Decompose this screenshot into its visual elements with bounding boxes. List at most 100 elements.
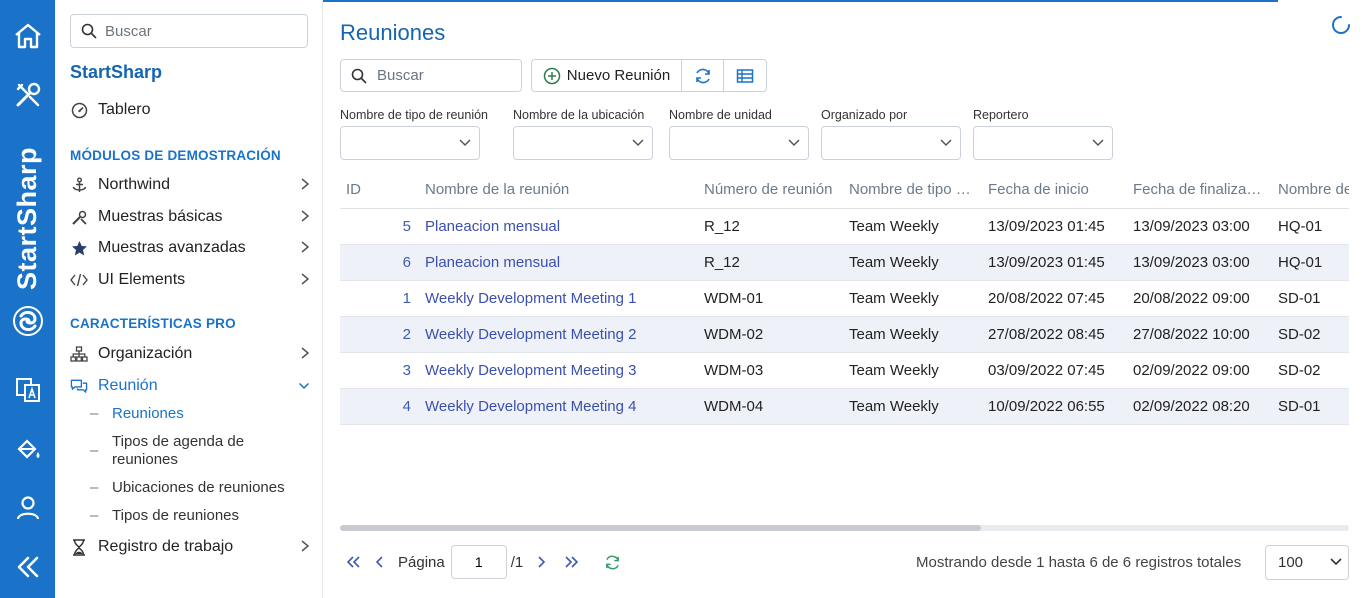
chevron-right-icon: [538, 556, 546, 568]
cell-name-link[interactable]: Weekly Development Meeting 4: [419, 388, 698, 425]
sidebar-item-basic-samples[interactable]: Muestras básicas: [70, 203, 310, 231]
section-pro-title: CARACTERÍSTICAS PRO: [70, 316, 236, 331]
table-row[interactable]: 2 Weekly Development Meeting 2 WDM-02 Te…: [340, 316, 1349, 353]
table-row[interactable]: 1 Weekly Development Meeting 1 WDM-01 Te…: [340, 280, 1349, 317]
sidebar-subitem-label: Reuniones: [112, 405, 184, 422]
new-meeting-button[interactable]: Nuevo Reunión: [532, 60, 682, 91]
column-header-location[interactable]: Nombre de la ubicación: [1272, 172, 1349, 209]
sidebar-subitem-agenda-types[interactable]: – Tipos de agenda de reuniones: [90, 433, 305, 469]
cell-number: WDM-01: [698, 280, 843, 317]
last-page-button[interactable]: [559, 549, 585, 575]
sidebar-item-worklog[interactable]: Registro de trabajo: [70, 533, 310, 561]
total-pages: /1: [510, 553, 524, 571]
table-row[interactable]: 5 Planeacion mensual R_12 Team Weekly 13…: [340, 208, 1349, 245]
sidebar-subitem-label: Tipos de agenda de reuniones: [112, 433, 245, 468]
translate-icon[interactable]: [0, 370, 55, 410]
filter-reporter: Reportero: [973, 108, 1113, 160]
chevron-right-icon: [301, 347, 310, 359]
cell-number: WDM-02: [698, 316, 843, 353]
column-header-number[interactable]: Número de reunión: [698, 172, 843, 209]
collapse-sidebar-icon[interactable]: [0, 547, 55, 587]
filter-unit-select[interactable]: [669, 126, 809, 160]
filter-label: Nombre de la ubicación: [513, 108, 645, 122]
sidebar-search-input[interactable]: [105, 22, 295, 40]
home-icon[interactable]: [0, 16, 55, 56]
cell-type: Team Weekly: [843, 244, 982, 281]
filter-meeting-type-select[interactable]: [340, 126, 480, 160]
user-icon[interactable]: [0, 488, 55, 528]
tools-icon: [70, 208, 88, 226]
scrollbar-thumb[interactable]: [340, 525, 981, 531]
prev-page-button[interactable]: [366, 549, 392, 575]
column-header-name[interactable]: Nombre de la reunión: [419, 172, 698, 209]
column-header-type[interactable]: Nombre de tipo de reunión: [843, 172, 982, 209]
sidebar-subitem-meetings[interactable]: – Reuniones: [90, 405, 305, 423]
cell-name-link[interactable]: Weekly Development Meeting 1: [419, 280, 698, 317]
cell-id: 2: [340, 316, 419, 353]
sidebar-item-northwind[interactable]: Northwind: [70, 171, 310, 199]
sidebar-subitem-meeting-types[interactable]: – Tipos de reuniones: [90, 507, 305, 525]
cell-start: 03/09/2022 07:45: [982, 352, 1127, 389]
bullet-dash: –: [90, 507, 99, 524]
table-row[interactable]: 6 Planeacion mensual R_12 Team Weekly 13…: [340, 244, 1349, 281]
cell-type: Team Weekly: [843, 208, 982, 245]
sitemap-icon: [70, 345, 88, 363]
column-header-end[interactable]: Fecha de finalización: [1127, 172, 1272, 209]
pager-refresh-button[interactable]: [599, 549, 625, 575]
filter-organizer-select[interactable]: [821, 126, 961, 160]
sidebar-item-meeting[interactable]: Reunión: [70, 372, 310, 400]
cell-end: 27/08/2022 10:00: [1127, 316, 1272, 353]
search-icon: [351, 68, 367, 84]
sidebar-item-label: Organización: [98, 345, 193, 362]
cell-start: 27/08/2022 08:45: [982, 316, 1127, 353]
filter-location: Nombre de la ubicación: [513, 108, 653, 160]
paint-bucket-icon[interactable]: [0, 429, 55, 469]
sidebar-item-advanced-samples[interactable]: Muestras avanzadas: [70, 234, 310, 262]
horizontal-scrollbar[interactable]: [340, 525, 1349, 531]
cell-location: SD-01: [1272, 388, 1349, 425]
sidebar-subitem-label: Ubicaciones de reuniones: [112, 479, 285, 496]
cell-name-link[interactable]: Planeacion mensual: [419, 244, 698, 281]
sidebar-item-dashboard[interactable]: Tablero: [70, 96, 310, 124]
filter-reporter-select[interactable]: [973, 126, 1113, 160]
cell-name-link[interactable]: Weekly Development Meeting 2: [419, 316, 698, 353]
sidebar-item-ui-elements[interactable]: UI Elements: [70, 266, 310, 294]
refresh-button[interactable]: [682, 60, 724, 91]
chevron-down-icon: [1330, 558, 1342, 566]
page-number-input[interactable]: [450, 545, 507, 579]
filter-location-select[interactable]: [513, 126, 653, 160]
app-title[interactable]: StartSharp: [70, 62, 162, 83]
tools-icon[interactable]: [0, 75, 55, 115]
toolbar: Nuevo Reunión: [531, 59, 767, 92]
next-page-button[interactable]: [529, 549, 555, 575]
table-row[interactable]: 3 Weekly Development Meeting 3 WDM-03 Te…: [340, 352, 1349, 389]
sidebar-item-label: Muestras básicas: [98, 208, 223, 225]
filter-label: Nombre de unidad: [669, 108, 772, 122]
cell-start: 13/09/2023 01:45: [982, 244, 1127, 281]
anchor-icon: [70, 176, 88, 194]
double-chevron-left-icon: [346, 556, 360, 568]
chevron-down-icon: [1092, 139, 1104, 147]
filter-label: Organizado por: [821, 108, 908, 122]
cell-end: 13/09/2023 03:00: [1127, 208, 1272, 245]
cell-location: SD-02: [1272, 316, 1349, 353]
sidebar-subitem-locations[interactable]: – Ubicaciones de reuniones: [90, 479, 305, 497]
page-size-select[interactable]: 100: [1265, 545, 1349, 580]
cell-number: R_12: [698, 208, 843, 245]
grid-search[interactable]: [340, 59, 522, 92]
column-picker-button[interactable]: [724, 60, 766, 91]
column-header-id[interactable]: ID: [340, 172, 419, 209]
cell-name-link[interactable]: Planeacion mensual: [419, 208, 698, 245]
cell-id: 6: [340, 244, 419, 281]
sidebar-item-organization[interactable]: Organización: [70, 340, 310, 368]
pager: Página /1: [340, 545, 625, 579]
cell-end: 20/08/2022 09:00: [1127, 280, 1272, 317]
grid-search-input[interactable]: [377, 67, 507, 84]
cell-name-link[interactable]: Weekly Development Meeting 3: [419, 352, 698, 389]
table-row[interactable]: 4 Weekly Development Meeting 4 WDM-04 Te…: [340, 388, 1349, 425]
cell-id: 5: [340, 208, 419, 245]
sidebar-search[interactable]: [70, 14, 308, 48]
sidebar-item-label: UI Elements: [98, 271, 186, 288]
column-header-start[interactable]: Fecha de inicio: [982, 172, 1127, 209]
first-page-button[interactable]: [340, 549, 366, 575]
